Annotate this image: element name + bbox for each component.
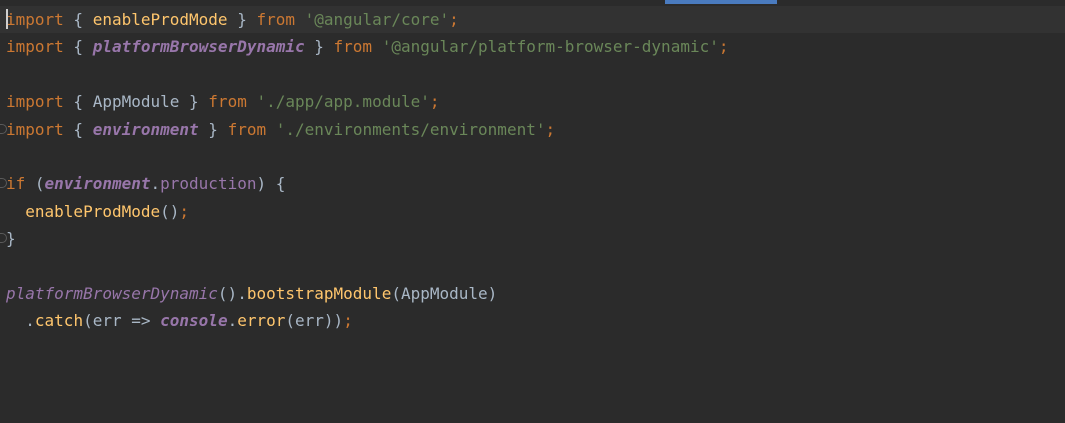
code-line[interactable]: import { platformBrowserDynamic } from '… — [6, 33, 1056, 60]
code-line[interactable]: import { AppModule } from './app/app.mod… — [6, 88, 1056, 115]
code-token: './app/app.module' — [256, 92, 430, 112]
code-token: { — [63, 37, 93, 57]
code-line[interactable]: platformBrowserDynamic().bootstrapModule… — [6, 280, 1056, 307]
code-token: { — [63, 119, 93, 139]
code-token: (err => — [83, 311, 161, 331]
code-token: '@angular/platform-browser-dynamic' — [381, 37, 719, 57]
code-area[interactable]: import { enableProdMode } from '@angular… — [0, 6, 1056, 335]
code-token: ; — [718, 37, 729, 57]
code-line[interactable]: import { enableProdMode } from '@angular… — [6, 6, 1056, 33]
code-line[interactable]: enableProdMode(); — [6, 198, 1056, 225]
code-token: } — [304, 37, 334, 57]
code-token: { — [63, 10, 93, 29]
code-token: import — [6, 92, 64, 112]
code-line[interactable]: if (environment.production) { — [0, 170, 1056, 197]
code-token: ; — [179, 201, 190, 221]
code-token: from — [333, 37, 373, 57]
code-line[interactable] — [6, 253, 1056, 280]
text-caret — [6, 9, 8, 29]
code-token: production — [160, 174, 257, 194]
editor-tab-indicator — [665, 0, 777, 4]
code-token: { AppModule } — [63, 92, 209, 112]
code-token: platformBrowserDynamic — [92, 37, 305, 57]
code-token: if — [6, 174, 26, 194]
code-token: enableProdMode — [25, 201, 161, 221]
code-token: import — [6, 10, 64, 29]
code-token: } — [6, 229, 16, 249]
code-token: ; — [545, 119, 556, 139]
code-token: } — [227, 10, 257, 29]
code-editor[interactable]: import { enableProdMode } from '@angular… — [0, 0, 1065, 423]
code-token: environment — [44, 174, 151, 194]
code-token: import — [6, 37, 64, 57]
code-token: . — [150, 174, 161, 194]
code-token: catch — [34, 311, 84, 331]
code-token: './environments/environment' — [275, 119, 546, 139]
code-token: ; — [449, 10, 459, 29]
code-token: platformBrowserDynamic — [6, 283, 218, 303]
code-token: (err)) — [285, 311, 344, 331]
code-line[interactable]: .catch(err => console.error(err)); — [6, 307, 1056, 334]
code-token: ) { — [256, 174, 286, 194]
code-token: . — [227, 311, 238, 331]
code-token: from — [208, 92, 247, 112]
code-line[interactable] — [6, 143, 1056, 170]
code-token: enableProdMode — [92, 10, 228, 29]
code-token: from — [227, 119, 267, 139]
code-token: from — [256, 10, 295, 29]
code-line[interactable] — [6, 61, 1056, 88]
code-token: import — [6, 119, 64, 139]
code-token: (). — [217, 283, 247, 303]
code-line[interactable]: import { environment } from './environme… — [0, 116, 1056, 143]
code-token: ; — [343, 311, 353, 331]
code-token: (AppModule) — [391, 283, 498, 303]
code-token: } — [198, 119, 228, 139]
code-token: bootstrapModule — [246, 283, 392, 303]
code-token: () — [160, 201, 180, 221]
code-token: '@angular/core' — [304, 10, 450, 29]
fold-marker-icon[interactable] — [0, 123, 7, 134]
code-line[interactable]: } — [0, 225, 1056, 252]
code-token: console — [160, 311, 228, 331]
code-token: error — [237, 311, 286, 331]
code-token: environment — [92, 119, 199, 139]
code-token: ( — [25, 174, 45, 194]
code-token: . — [6, 311, 35, 331]
code-token: ; — [429, 92, 440, 112]
